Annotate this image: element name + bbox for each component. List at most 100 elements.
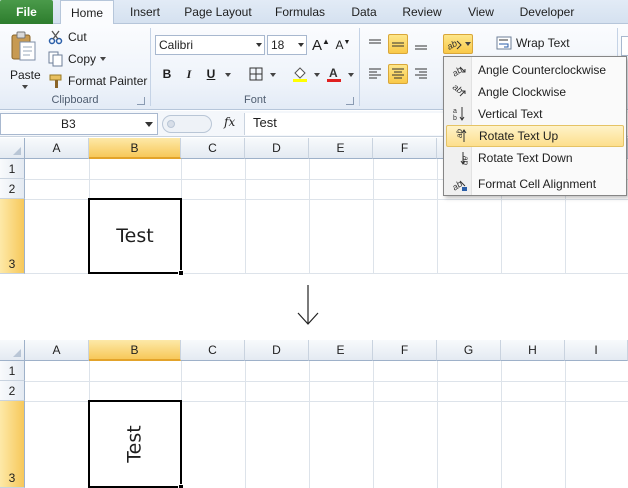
- tab-formulas[interactable]: Formulas: [268, 0, 332, 24]
- tab-developer[interactable]: Developer: [514, 0, 580, 24]
- menu-item-rotate-text-down[interactable]: ab Rotate Text Down: [446, 147, 624, 169]
- chevron-down-icon: [464, 42, 471, 46]
- ribbon-tabbar: File Home Insert Page Layout Formulas Da…: [0, 0, 628, 25]
- format-painter-button[interactable]: Format Painter: [48, 73, 147, 89]
- fill-handle[interactable]: [178, 484, 184, 488]
- chevron-down-icon[interactable]: [314, 73, 320, 77]
- column-header[interactable]: E: [309, 138, 373, 159]
- row-header[interactable]: 2: [0, 381, 25, 401]
- svg-text:ab: ab: [446, 38, 459, 51]
- borders-button[interactable]: [246, 64, 266, 84]
- clipboard-launcher-icon[interactable]: [137, 97, 145, 105]
- formula-bar-resize-handle[interactable]: [162, 115, 212, 133]
- row-header[interactable]: 3: [0, 401, 25, 488]
- selected-cell-b3[interactable]: Test: [88, 400, 184, 488]
- svg-text:ab: ab: [461, 156, 468, 165]
- chevron-down-icon[interactable]: [225, 73, 231, 77]
- underline-button[interactable]: U: [201, 64, 221, 84]
- font-launcher-icon[interactable]: [346, 97, 354, 105]
- align-left-button[interactable]: [365, 64, 385, 84]
- row-header[interactable]: 3: [0, 199, 25, 274]
- column-header[interactable]: F: [373, 340, 437, 361]
- orientation-menu: ab Angle Counterclockwise ab Angle Clock…: [443, 56, 627, 196]
- clipboard-group-label: Clipboard: [51, 94, 99, 106]
- copy-button[interactable]: Copy: [48, 51, 107, 67]
- column-header[interactable]: D: [245, 340, 309, 361]
- align-right-icon: [415, 68, 427, 79]
- rotate-up-icon: ab: [455, 129, 467, 142]
- tab-page-layout[interactable]: Page Layout: [180, 0, 256, 24]
- select-all-button[interactable]: [0, 138, 25, 159]
- menu-item-angle-counterclockwise[interactable]: ab Angle Counterclockwise: [446, 59, 624, 81]
- tab-view[interactable]: View: [460, 0, 502, 24]
- column-header[interactable]: C: [181, 138, 245, 159]
- font-size-value: 18: [271, 38, 285, 52]
- align-bottom-button[interactable]: [411, 34, 431, 54]
- italic-button[interactable]: I: [179, 64, 199, 84]
- selected-cell-b3[interactable]: Test: [88, 198, 184, 276]
- align-top-icon: [369, 39, 381, 44]
- align-bottom-icon: [415, 45, 427, 50]
- align-middle-button[interactable]: [388, 34, 408, 54]
- group-divider: [359, 28, 360, 106]
- tab-home[interactable]: Home: [60, 0, 114, 25]
- cell-text-rotated: Test: [123, 425, 146, 463]
- column-header[interactable]: I: [565, 340, 628, 361]
- bold-button[interactable]: B: [157, 64, 177, 84]
- font-color-button[interactable]: A: [324, 64, 344, 84]
- chevron-down-icon[interactable]: [348, 73, 354, 77]
- menu-item-rotate-text-up[interactable]: ab Rotate Text Up: [446, 125, 624, 147]
- fill-handle[interactable]: [178, 270, 184, 276]
- align-right-button[interactable]: [411, 64, 431, 84]
- shrink-font-button[interactable]: A▼: [333, 35, 353, 55]
- column-header[interactable]: E: [309, 340, 373, 361]
- menu-item-label: Angle Counterclockwise: [478, 63, 607, 77]
- row-header[interactable]: 1: [0, 361, 25, 381]
- chevron-down-icon: [22, 85, 28, 89]
- wrap-text-button[interactable]: Wrap Text: [496, 36, 570, 50]
- paste-button[interactable]: Paste: [6, 28, 42, 89]
- fill-color-button[interactable]: [290, 64, 310, 84]
- chevron-down-icon[interactable]: [270, 73, 276, 77]
- menu-item-label: Rotate Text Down: [478, 151, 573, 165]
- menu-item-angle-clockwise[interactable]: ab Angle Clockwise: [446, 81, 624, 103]
- align-center-button[interactable]: [388, 64, 408, 84]
- column-header[interactable]: B: [89, 138, 181, 159]
- cut-button[interactable]: Cut: [48, 29, 87, 45]
- menu-item-format-cell-alignment[interactable]: ab Format Cell Alignment: [446, 173, 624, 195]
- column-header[interactable]: D: [245, 138, 309, 159]
- group-divider: [150, 28, 151, 106]
- grow-font-icon: A▲: [312, 36, 330, 54]
- menu-item-label: Rotate Text Up: [479, 129, 559, 143]
- name-box[interactable]: B3: [0, 113, 158, 135]
- orientation-button[interactable]: ab: [443, 34, 473, 54]
- column-header[interactable]: F: [373, 138, 437, 159]
- tab-data[interactable]: Data: [344, 0, 384, 24]
- chevron-down-icon: [100, 57, 107, 61]
- insert-function-button[interactable]: fx: [224, 115, 235, 129]
- grow-font-button[interactable]: A▲: [311, 35, 331, 55]
- column-header[interactable]: B: [89, 340, 181, 361]
- align-left-icon: [369, 68, 381, 79]
- column-header[interactable]: A: [25, 138, 89, 159]
- column-header[interactable]: H: [501, 340, 565, 361]
- font-name-select[interactable]: Calibri: [155, 35, 265, 55]
- tab-file[interactable]: File: [0, 0, 53, 24]
- row-header[interactable]: 1: [0, 159, 25, 179]
- menu-item-vertical-text[interactable]: a b Vertical Text: [446, 103, 624, 125]
- column-header[interactable]: A: [25, 340, 89, 361]
- font-size-select[interactable]: 18: [267, 35, 307, 55]
- menu-item-label: Vertical Text: [478, 107, 543, 121]
- svg-text:A: A: [329, 66, 338, 80]
- paint-bucket-icon: [293, 67, 307, 82]
- column-header[interactable]: G: [437, 340, 501, 361]
- row-header[interactable]: 2: [0, 179, 25, 199]
- tab-review[interactable]: Review: [396, 0, 448, 24]
- column-header[interactable]: C: [181, 340, 245, 361]
- paste-label: Paste: [10, 68, 41, 82]
- chevron-down-icon: [256, 43, 262, 47]
- align-top-button[interactable]: [365, 34, 385, 54]
- select-all-button[interactable]: [0, 340, 25, 361]
- merge-center-button[interactable]: [621, 36, 628, 56]
- tab-insert[interactable]: Insert: [122, 0, 168, 24]
